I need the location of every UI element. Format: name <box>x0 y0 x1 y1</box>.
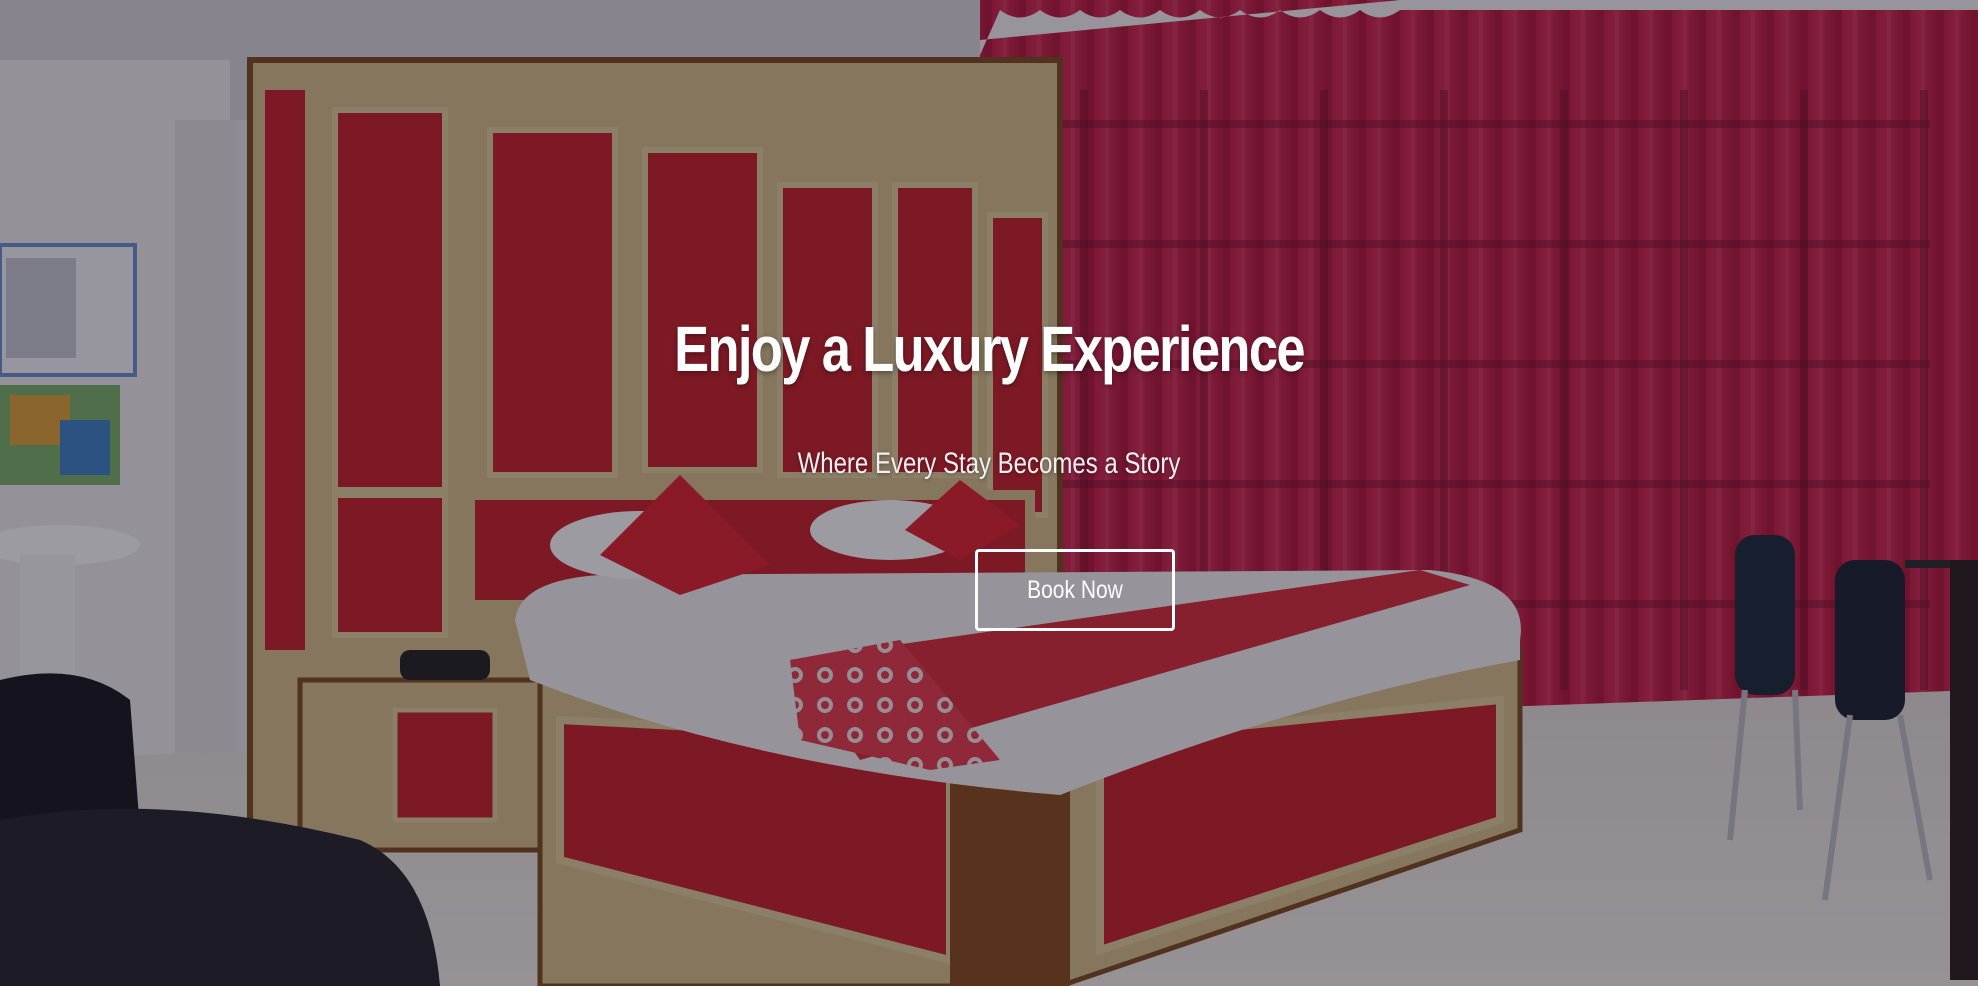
book-now-button[interactable]: Book Now <box>975 549 1175 631</box>
hero-content: Enjoy a Luxury Experience Where Every St… <box>0 0 1978 986</box>
hero-subtitle: Where Every Stay Becomes a Story <box>797 447 1181 480</box>
hero-section: Enjoy a Luxury Experience Where Every St… <box>0 0 1978 986</box>
book-now-label: Book Now <box>1027 575 1123 604</box>
hero-title: Enjoy a Luxury Experience <box>674 313 1305 385</box>
